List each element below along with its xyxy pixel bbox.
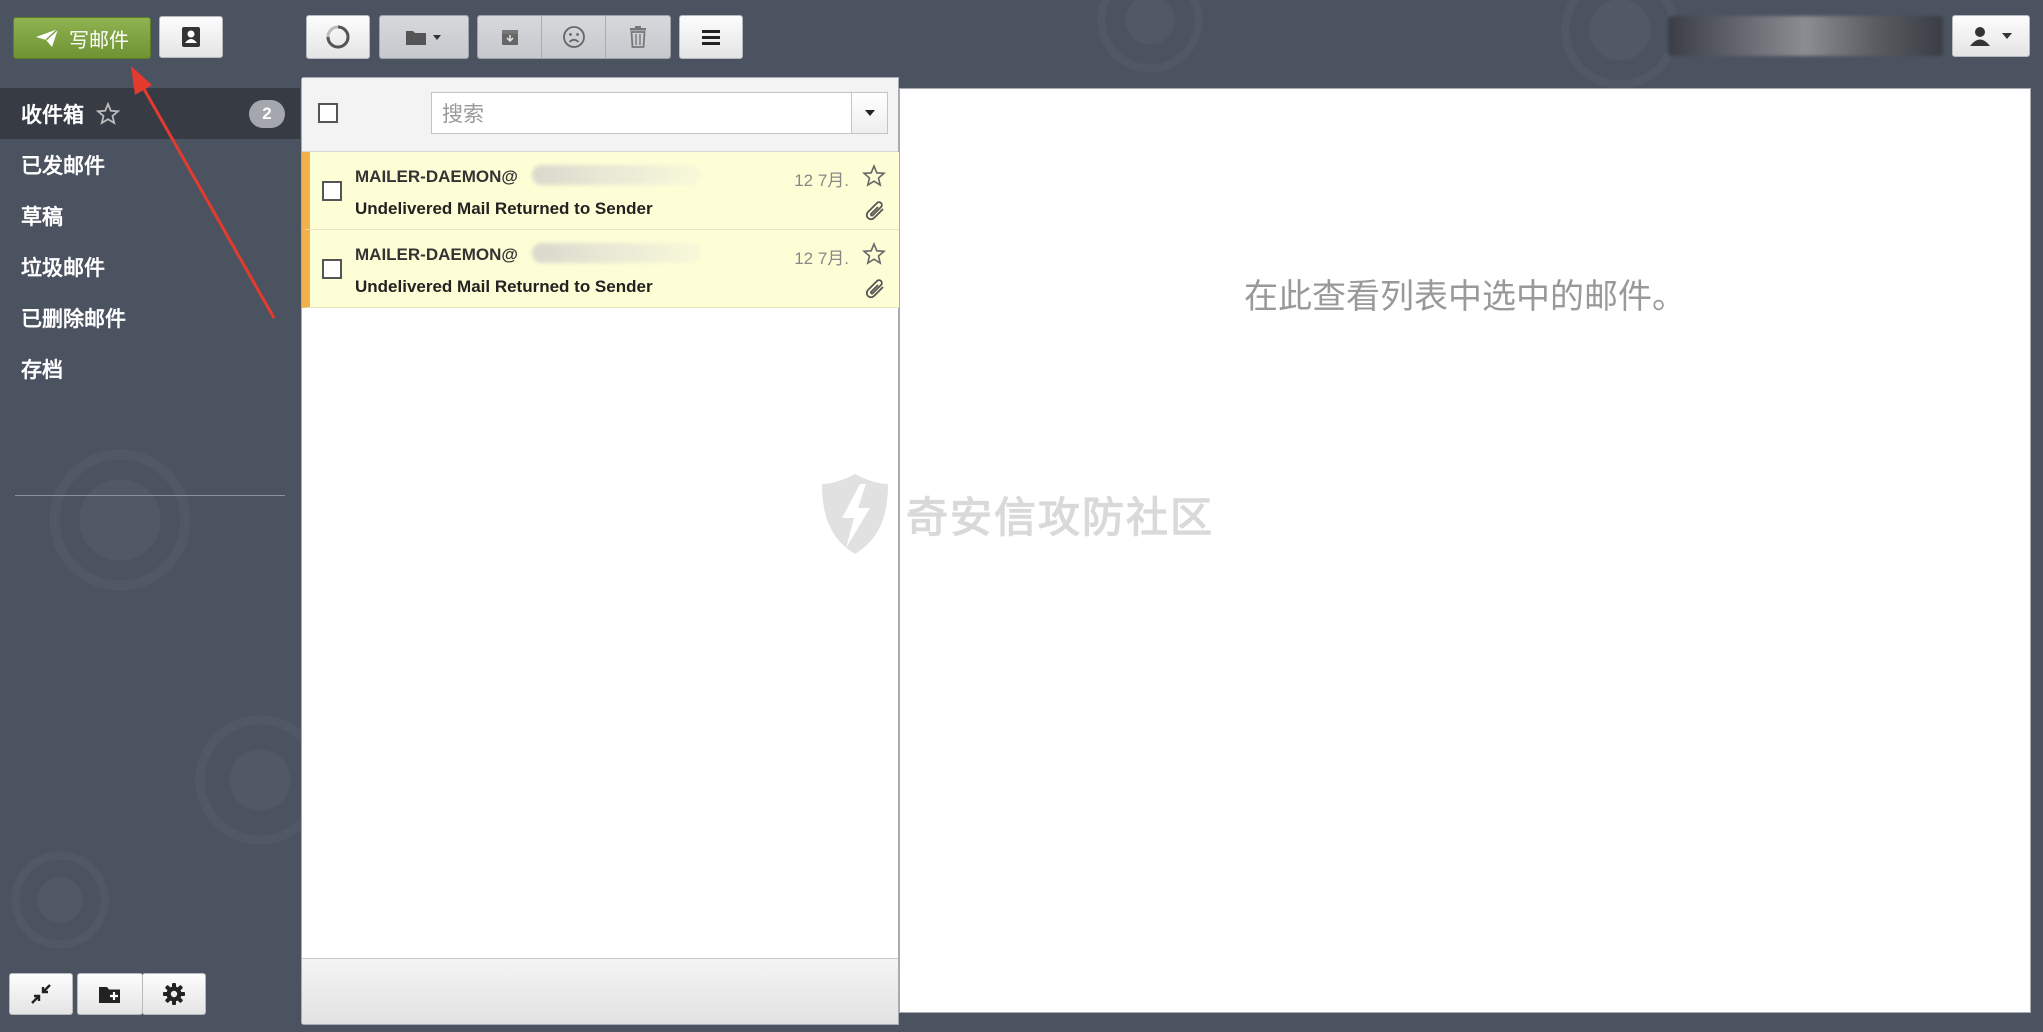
- list-options-button[interactable]: [679, 15, 743, 59]
- archive-icon: [501, 30, 518, 45]
- folder-list: 收件箱 2 已发邮件 草稿 垃圾邮件 已删除邮件 存档: [0, 88, 300, 496]
- send-icon: [36, 28, 59, 47]
- sidebar-item-junk[interactable]: 垃圾邮件: [0, 241, 300, 292]
- message-date: 12 7月.: [794, 171, 849, 190]
- collapse-button[interactable]: [9, 973, 73, 1015]
- move-button-group: [379, 15, 469, 59]
- account-email-redacted: [1668, 16, 1943, 56]
- menu-icon: [702, 30, 720, 45]
- star-icon[interactable]: [96, 101, 120, 126]
- message-sender: MAILER-DAEMON@: [355, 167, 518, 186]
- delete-button[interactable]: [606, 16, 670, 58]
- sender-domain-redacted: [532, 243, 702, 263]
- sidebar-item-inbox[interactable]: 收件箱 2: [0, 88, 300, 139]
- sidebar-item-drafts[interactable]: 草稿: [0, 190, 300, 241]
- folder-icon: [406, 31, 441, 45]
- compose-button[interactable]: 写邮件: [13, 17, 151, 59]
- message-row[interactable]: MAILER-DAEMON@ 12 7月. Undelivered Mail R…: [302, 152, 899, 230]
- user-menu-button[interactable]: [1952, 15, 2030, 57]
- user-icon: [1970, 27, 1990, 46]
- chevron-down-icon: [864, 110, 875, 116]
- unread-count-badge: 2: [249, 99, 285, 128]
- lightning-shield-icon: [822, 474, 888, 554]
- message-checkbox[interactable]: [322, 181, 342, 201]
- message-row[interactable]: MAILER-DAEMON@ 12 7月. Undelivered Mail R…: [302, 230, 899, 308]
- sidebar-item-trash[interactable]: 已删除邮件: [0, 292, 300, 343]
- compose-label: 写邮件: [69, 29, 129, 52]
- contacts-icon: [182, 27, 200, 47]
- message-subject: Undelivered Mail Returned to Sender: [355, 277, 653, 296]
- collapse-icon: [31, 984, 51, 1004]
- sender-domain-redacted: [532, 165, 702, 185]
- chevron-down-icon: [2002, 33, 2012, 39]
- trash-icon: [630, 26, 646, 48]
- star-icon[interactable]: [862, 164, 886, 188]
- watermark: 奇安信攻防社区: [818, 470, 1214, 558]
- sidebar-item-label: 草稿: [21, 205, 63, 229]
- message-date: 12 7月.: [794, 249, 849, 268]
- frown-icon: [562, 26, 585, 48]
- search-placeholder: 搜索: [442, 103, 484, 126]
- sidebar-item-label: 已发邮件: [21, 154, 105, 178]
- action-button-group: [477, 15, 671, 59]
- sidebar-item-label: 收件箱: [21, 103, 84, 127]
- add-folder-icon: [99, 987, 120, 1003]
- search-options-dropdown[interactable]: [852, 92, 888, 134]
- message-checkbox[interactable]: [322, 259, 342, 279]
- add-folder-button[interactable]: [77, 973, 143, 1015]
- message-sender: MAILER-DAEMON@: [355, 245, 518, 264]
- search-input[interactable]: 搜索: [431, 92, 852, 134]
- sidebar-item-label: 已删除邮件: [21, 307, 126, 331]
- archive-button[interactable]: [478, 16, 542, 58]
- sidebar-item-sent[interactable]: 已发邮件: [0, 139, 300, 190]
- star-icon[interactable]: [862, 242, 886, 266]
- message-list-header: 搜索: [302, 78, 898, 152]
- attachment-icon: [865, 279, 884, 299]
- refresh-icon: [326, 25, 350, 49]
- sidebar-item-archive[interactable]: 存档: [0, 343, 300, 394]
- mark-spam-button[interactable]: [542, 16, 606, 58]
- gear-icon: [163, 983, 185, 1005]
- message-list-footer: [302, 958, 898, 1024]
- message-list-panel: 搜索 MAILER-DAEMON@ 12 7月. Undelivered Mai…: [301, 77, 899, 1025]
- settings-button[interactable]: [142, 973, 206, 1015]
- attachment-icon: [865, 201, 884, 221]
- message-subject: Undelivered Mail Returned to Sender: [355, 199, 653, 218]
- select-all-checkbox[interactable]: [318, 103, 338, 123]
- move-to-folder-button[interactable]: [380, 16, 468, 58]
- refresh-button[interactable]: [306, 15, 370, 59]
- sidebar-item-label: 垃圾邮件: [21, 256, 105, 280]
- watermark-text: 奇安信攻防社区: [906, 493, 1215, 541]
- contacts-button[interactable]: [159, 16, 223, 58]
- sidebar-item-label: 存档: [21, 358, 63, 382]
- sidebar-divider: [15, 495, 285, 496]
- preview-hint-text: 在此查看列表中选中的邮件。: [1244, 278, 1686, 316]
